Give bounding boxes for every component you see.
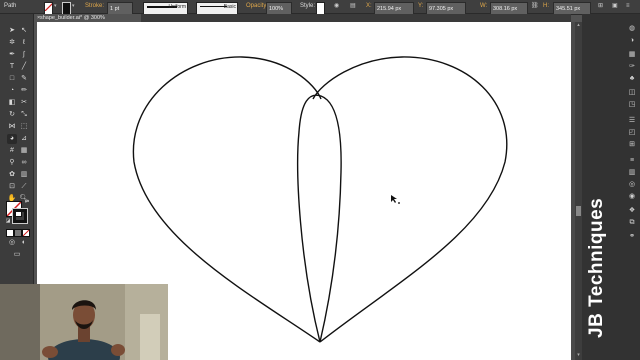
curvature-tool-icon[interactable]: ∫ bbox=[19, 50, 29, 60]
shape-builder-tool-icon[interactable]: ◕ bbox=[7, 134, 17, 144]
heart-right-lobe-path[interactable] bbox=[312, 56, 508, 343]
pathfinder-icon[interactable]: ◰ bbox=[626, 128, 638, 138]
brushes-icon[interactable]: ✑ bbox=[626, 62, 638, 72]
type-tool-icon[interactable]: T bbox=[7, 62, 17, 72]
perspective-grid-tool-icon[interactable]: ⊿ bbox=[19, 134, 29, 144]
color-panel-icon[interactable]: ◍ bbox=[626, 24, 638, 34]
w-label: W: bbox=[480, 3, 488, 9]
free-transform-tool-icon[interactable]: ⬚ bbox=[19, 122, 29, 132]
transparency-icon[interactable]: ◎ bbox=[626, 180, 638, 190]
x-label: X: bbox=[366, 3, 372, 9]
magic-wand-tool-icon[interactable]: ✲ bbox=[7, 38, 17, 48]
paintbrush-tool-icon[interactable]: ✎ bbox=[19, 74, 29, 84]
style-label: Style: bbox=[300, 3, 316, 9]
opacity-label[interactable]: Opacity: bbox=[246, 0, 268, 13]
draw-mode-icon[interactable]: ◎ bbox=[7, 238, 17, 248]
eyedropper-tool-icon[interactable]: ⚲ bbox=[7, 158, 17, 168]
selection-tool-icon[interactable]: ➤ bbox=[7, 26, 17, 36]
selection-type-label: Path bbox=[4, 3, 17, 9]
channel-watermark: JB Techniques bbox=[586, 197, 607, 338]
document-tab[interactable]: × shape_builder.ai* @ 300% (CMYK/Preview… bbox=[37, 14, 141, 29]
layers-icon[interactable]: ❖ bbox=[626, 206, 638, 216]
pencil-tool-icon[interactable]: ✏ bbox=[19, 86, 29, 96]
presenter-video bbox=[0, 284, 168, 360]
webcam-overlay bbox=[0, 284, 168, 360]
artboards-icon[interactable]: ⧉ bbox=[626, 218, 638, 228]
links-icon[interactable]: ⚭ bbox=[626, 232, 638, 242]
close-tab-icon[interactable]: × bbox=[37, 14, 40, 22]
recolor-icon[interactable]: ◉ bbox=[334, 0, 344, 13]
mesh-tool-icon[interactable]: # bbox=[7, 146, 17, 156]
blend-tool-icon[interactable]: ∞ bbox=[19, 158, 29, 168]
stroke-label[interactable]: Stroke: bbox=[85, 0, 104, 13]
screen-mode-icon[interactable]: ▭ bbox=[12, 250, 22, 260]
scroll-up-icon[interactable]: ▴ bbox=[575, 22, 582, 28]
scroll-down-icon[interactable]: ▾ bbox=[575, 352, 582, 358]
stroke-color-box[interactable] bbox=[12, 208, 28, 224]
brush-label: Basic bbox=[223, 4, 236, 10]
direct-selection-tool-icon[interactable]: ↖ bbox=[19, 26, 29, 36]
graphic-styles-icon[interactable]: ◫ bbox=[626, 88, 638, 98]
pen-tool-icon[interactable]: ✒ bbox=[7, 50, 17, 60]
gradient-tool-icon[interactable]: ▦ bbox=[19, 146, 29, 156]
gradient-mode-icon[interactable] bbox=[14, 229, 22, 237]
color-guide-icon[interactable]: ◑ bbox=[626, 36, 638, 46]
align-icon[interactable]: ▤ bbox=[350, 0, 360, 13]
shaper-tool-icon[interactable]: ◔ bbox=[7, 86, 17, 96]
rectangle-tool-icon[interactable]: □ bbox=[7, 74, 17, 84]
rotate-tool-icon[interactable]: ↻ bbox=[7, 110, 17, 120]
artboard-tool-icon[interactable]: ⊡ bbox=[7, 182, 17, 192]
fill-none-icon bbox=[45, 3, 52, 12]
symbols-icon[interactable]: ♣ bbox=[626, 74, 638, 84]
y-label: Y: bbox=[418, 3, 424, 9]
profile-label: Uniform bbox=[168, 4, 186, 10]
teardrop-overlap-path[interactable] bbox=[297, 94, 342, 343]
control-bar: Path ▾ ▾ Stroke: 1 pt Uniform Basic Opac… bbox=[0, 0, 640, 15]
fill-dropdown-icon[interactable]: ▾ bbox=[54, 0, 57, 13]
appearance-icon[interactable]: ◳ bbox=[626, 100, 638, 110]
default-colors-icon[interactable]: ◪ bbox=[3, 216, 13, 226]
document-tab-bar: × shape_builder.ai* @ 300% (CMYK/Preview… bbox=[37, 14, 571, 29]
constrain-link-icon[interactable]: ⛓ bbox=[531, 0, 539, 13]
draw-behind-icon[interactable]: ◐ bbox=[19, 238, 29, 248]
swap-colors-icon[interactable]: ⇄ bbox=[22, 197, 32, 207]
vertical-scrollbar[interactable]: ▴ ▾ bbox=[575, 22, 582, 360]
scale-tool-icon[interactable]: ⤡ bbox=[19, 110, 29, 120]
swatches-icon[interactable]: ▦ bbox=[626, 50, 638, 60]
align-panel-icon[interactable]: ☰ bbox=[626, 116, 638, 126]
h-label: H: bbox=[543, 3, 549, 9]
none-mode-icon[interactable] bbox=[22, 229, 30, 237]
shape-builder-cursor-icon bbox=[391, 195, 400, 204]
scissors-tool-icon[interactable]: ✂ bbox=[19, 98, 29, 108]
slice-tool-icon[interactable]: ⟋ bbox=[19, 182, 29, 192]
appearance-panel-icon[interactable]: ◉ bbox=[626, 192, 638, 202]
symbol-sprayer-tool-icon[interactable]: ✿ bbox=[7, 170, 17, 180]
gradient-panel-icon[interactable]: ▥ bbox=[626, 168, 638, 178]
transform-icon[interactable]: ⊞ bbox=[598, 0, 603, 13]
lasso-tool-icon[interactable]: ℓ bbox=[19, 38, 29, 48]
transform-panel-icon[interactable]: ⊞ bbox=[626, 140, 638, 150]
isolate-icon[interactable]: ▣ bbox=[612, 0, 618, 13]
width-tool-icon[interactable]: ⋈ bbox=[7, 122, 17, 132]
scrollbar-thumb[interactable] bbox=[576, 206, 581, 216]
panel-menu-icon[interactable]: ≡ bbox=[626, 0, 630, 13]
column-graph-tool-icon[interactable]: ▥ bbox=[19, 170, 29, 180]
stroke-panel-icon[interactable]: ≡ bbox=[626, 156, 638, 166]
line-tool-icon[interactable]: ╱ bbox=[19, 62, 29, 72]
color-mode-icon[interactable] bbox=[6, 229, 14, 237]
stroke-dropdown-icon[interactable]: ▾ bbox=[72, 0, 75, 13]
eraser-tool-icon[interactable]: ◧ bbox=[7, 98, 17, 108]
